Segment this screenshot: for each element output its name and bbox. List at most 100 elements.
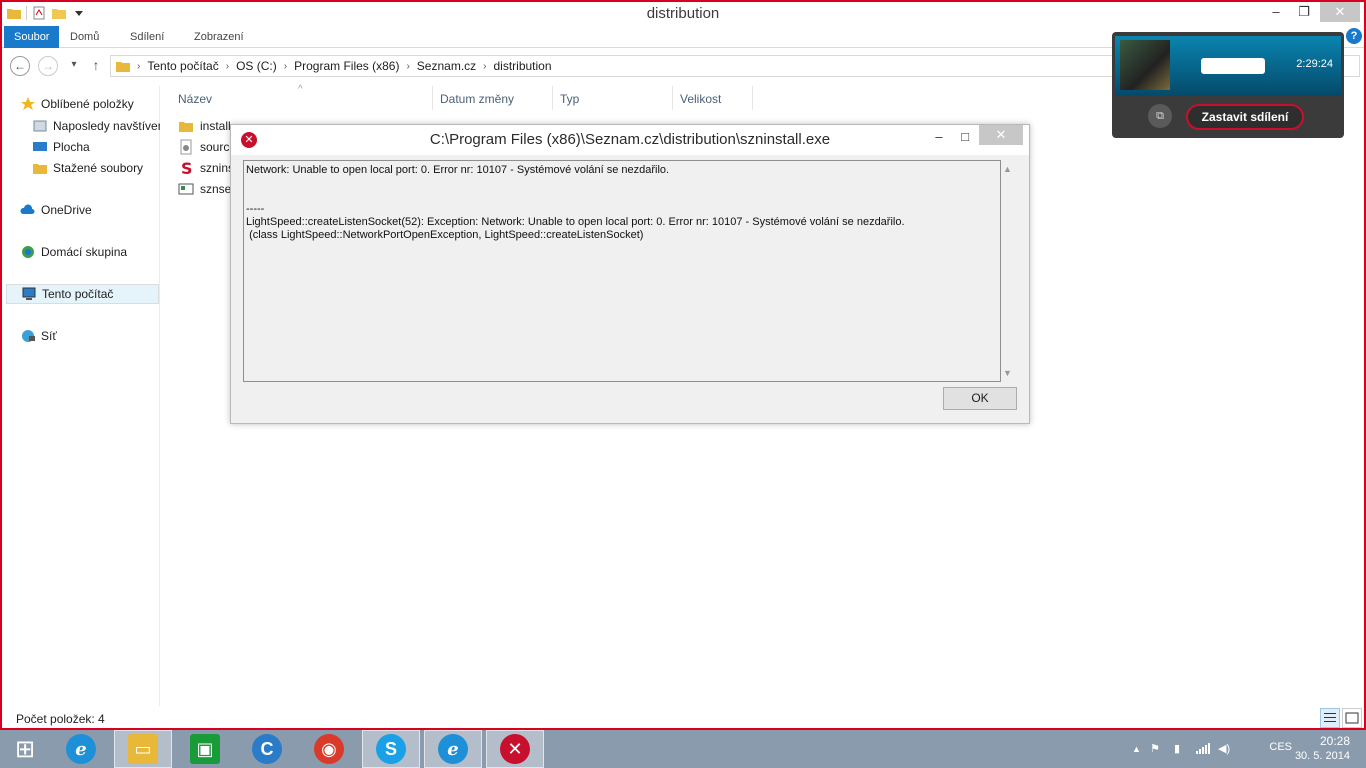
dialog-title-bar[interactable]: ✕ C:\Program Files (x86)\Seznam.cz\distr… [231, 125, 1029, 155]
column-divider[interactable] [752, 86, 753, 110]
file-row[interactable]: sznset [178, 179, 235, 199]
volume-icon[interactable]: ◀) [1218, 742, 1230, 755]
taskbar-app-c[interactable]: C [238, 730, 296, 768]
nav-network[interactable]: Síť [20, 326, 57, 346]
minimize-button[interactable]: ‒ [1262, 2, 1290, 22]
up-button[interactable]: ↑ [86, 56, 106, 76]
breadcrumb-separator[interactable]: › [404, 61, 411, 72]
tab-home[interactable]: Domů [60, 26, 109, 48]
file-row[interactable]: source [178, 137, 236, 157]
details-view-button[interactable] [1320, 708, 1340, 728]
column-divider[interactable] [432, 86, 433, 110]
nav-label: Stažené soubory [53, 161, 144, 175]
breadcrumb-separator[interactable]: › [481, 61, 488, 72]
dialog-close-button[interactable]: ✕ [979, 125, 1023, 145]
dialog-scrollbar[interactable]: ▲ ▼ [1001, 160, 1017, 382]
taskbar-store[interactable]: ▣ [176, 730, 234, 768]
nav-label: Plocha [53, 140, 90, 154]
share-duration: 2:29:24 [1296, 58, 1333, 70]
close-button[interactable]: ✕ [1320, 2, 1360, 22]
large-icons-view-button[interactable] [1342, 708, 1362, 728]
error-icon: ✕ [500, 734, 530, 764]
nav-this-pc[interactable]: Tento počítač [6, 284, 159, 304]
taskbar-ie[interactable]: e [52, 730, 110, 768]
file-row[interactable]: install [178, 116, 231, 136]
restore-button[interactable]: ❐ [1290, 2, 1318, 22]
breadcrumb-this-pc[interactable]: Tento počítač [142, 59, 223, 73]
nav-recent[interactable]: Naposledy navštívené [32, 116, 160, 136]
sort-indicator-icon: ^ [298, 84, 303, 95]
folder-icon [179, 122, 193, 132]
nav-label: Naposledy navštívené [53, 119, 160, 133]
store-icon: ▣ [190, 734, 220, 764]
clock-date[interactable]: 30. 5. 2014 [1295, 750, 1350, 762]
show-hidden-icons-icon[interactable]: ▲ [1132, 744, 1141, 754]
navigation-pane: Oblíbené položky Naposledy navštívené Pl… [2, 86, 160, 706]
contact-avatar [1120, 40, 1170, 90]
breadcrumb-distribution[interactable]: distribution [489, 59, 557, 73]
settings-file-icon [178, 183, 194, 195]
app-c-icon: C [252, 734, 282, 764]
taskbar-skype[interactable]: S [362, 730, 420, 768]
column-type[interactable]: Typ [560, 92, 579, 106]
nav-downloads[interactable]: Stažené soubory [32, 158, 143, 178]
taskbar-ie-second[interactable]: e [424, 730, 482, 768]
column-name[interactable]: Název [178, 92, 212, 106]
tab-file[interactable]: Soubor [4, 26, 60, 48]
error-dialog: ✕ C:\Program Files (x86)\Seznam.cz\distr… [230, 124, 1030, 424]
nav-homegroup[interactable]: Domácí skupina [20, 242, 127, 262]
stop-sharing-button[interactable]: Zastavit sdílení [1186, 104, 1304, 130]
file-row[interactable]: S szninst [178, 158, 237, 178]
gear-file-icon [180, 139, 192, 155]
help-icon[interactable]: ? [1346, 28, 1362, 44]
forward-button[interactable]: → [38, 56, 58, 76]
start-button[interactable]: ⊞ [0, 730, 50, 768]
details-view-icon [1324, 713, 1336, 722]
column-date[interactable]: Datum změny [440, 92, 514, 106]
breadcrumb-separator[interactable]: › [224, 61, 231, 72]
scroll-up-icon[interactable]: ▲ [1003, 164, 1012, 174]
contact-name-redacted [1201, 58, 1265, 74]
nav-onedrive[interactable]: OneDrive [20, 200, 92, 220]
taskbar-error-app[interactable]: ✕ [486, 730, 544, 768]
computer-icon [22, 287, 36, 300]
column-size[interactable]: Velikost [680, 92, 721, 106]
action-center-flag-icon[interactable]: ⚑ [1150, 742, 1160, 755]
title-bar[interactable]: distribution ‒ ❐ ✕ [2, 2, 1364, 26]
breadcrumb-program-files[interactable]: Program Files (x86) [289, 59, 404, 73]
language-indicator[interactable]: CES [1269, 741, 1292, 753]
folder-icon [116, 62, 130, 72]
ok-button[interactable]: OK [943, 387, 1017, 410]
windows-logo-icon: ⊞ [14, 735, 36, 763]
breadcrumb-os-c[interactable]: OS (C:) [231, 59, 282, 73]
battery-icon[interactable]: ▮ [1174, 742, 1180, 755]
nav-desktop[interactable]: Plocha [32, 137, 90, 157]
taskbar: ⊞ e ▭ ▣ C ◉ S e ✕ ▲ ⚑ ▮ ◀) CES 20:28 30.… [0, 730, 1366, 768]
error-message-text[interactable]: Network: Unable to open local port: 0. E… [243, 160, 1001, 382]
nav-label: Domácí skupina [41, 245, 128, 259]
system-tray: ▲ ⚑ ▮ ◀) CES 20:28 30. 5. 2014 [1126, 730, 1366, 768]
column-divider[interactable] [552, 86, 553, 110]
popout-icon[interactable]: ⧉ [1148, 104, 1172, 128]
scroll-down-icon[interactable]: ▼ [1003, 368, 1012, 378]
breadcrumb-separator[interactable]: › [282, 61, 289, 72]
tab-view[interactable]: Zobrazení [184, 26, 254, 48]
dialog-minimize-button[interactable]: ‒ [925, 127, 953, 147]
window-title: distribution [646, 5, 720, 22]
recent-locations-button[interactable]: ▾ [64, 56, 84, 76]
column-divider[interactable] [672, 86, 673, 110]
dialog-maximize-button[interactable]: □ [951, 127, 979, 147]
back-button[interactable]: ← [10, 56, 30, 76]
star-icon [21, 97, 35, 110]
taskbar-chrome[interactable]: ◉ [300, 730, 358, 768]
tab-share[interactable]: Sdílení [120, 26, 174, 48]
clock-time[interactable]: 20:28 [1320, 734, 1350, 748]
taskbar-explorer[interactable]: ▭ [114, 730, 172, 768]
nav-favorites[interactable]: Oblíbené položky [20, 94, 134, 114]
nav-label: Tento počítač [42, 287, 114, 301]
breadcrumb-seznam[interactable]: Seznam.cz [412, 59, 481, 73]
seznam-icon: S [181, 160, 193, 176]
internet-explorer-icon: e [438, 734, 468, 764]
nav-label: OneDrive [41, 203, 92, 217]
wifi-signal-icon[interactable] [1196, 742, 1210, 754]
